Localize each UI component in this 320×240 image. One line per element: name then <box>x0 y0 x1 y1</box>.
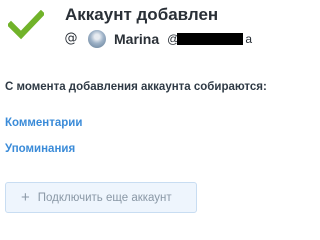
check-icon <box>8 10 44 40</box>
add-account-button[interactable]: + Подключить еще аккаунт <box>5 182 197 213</box>
plus-icon: + <box>21 189 30 206</box>
mentions-link[interactable]: Упоминания <box>5 143 75 155</box>
account-username: Marina <box>114 31 160 47</box>
page-title: Аккаунт добавлен <box>65 5 219 24</box>
avatar <box>88 30 106 48</box>
account-row: @ Marina @ a <box>64 29 252 49</box>
threads-icon: @ <box>64 31 78 46</box>
handle-suffix: a <box>245 32 252 46</box>
comments-link[interactable]: Комментарии <box>5 117 82 129</box>
account-handle: @ a <box>167 32 252 46</box>
collection-subtitle: С момента добавления аккаунта собираются… <box>5 81 267 93</box>
add-account-label: Подключить еще аккаунт <box>37 191 172 204</box>
account-added-panel: Аккаунт добавлен @ Marina @ a С момента д… <box>0 0 320 220</box>
redaction-bar <box>177 33 244 45</box>
